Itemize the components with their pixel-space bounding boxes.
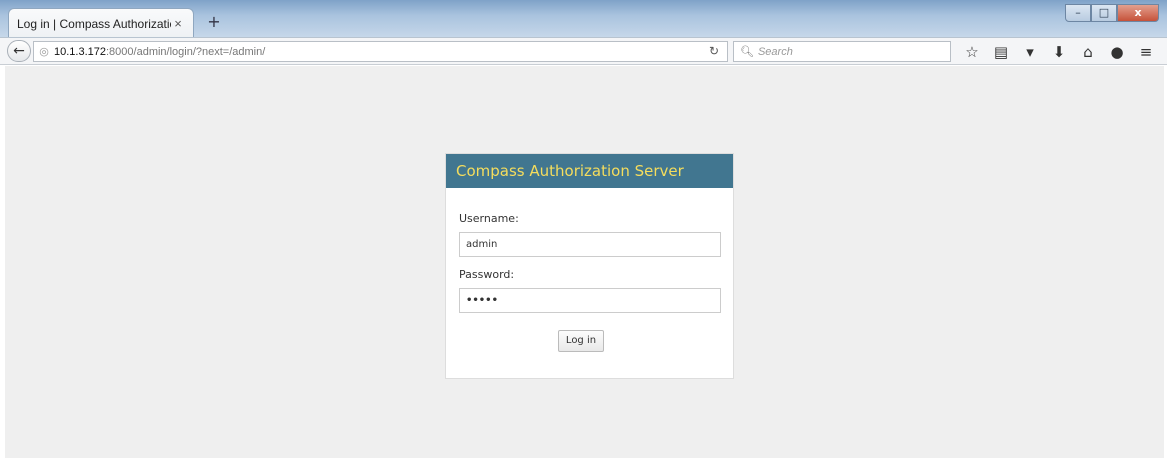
chat-icon[interactable]: ● [1105, 42, 1129, 62]
url-host: 10.1.3.172 [54, 45, 106, 58]
back-arrow-icon: ← [13, 43, 25, 59]
pocket-icon[interactable]: ▾ [1018, 42, 1042, 62]
menu-icon[interactable]: ≡ [1134, 42, 1158, 62]
tab-login[interactable]: Log in | Compass Authorizatio... × [8, 8, 194, 38]
search-icon: 🔍︎ [740, 46, 754, 58]
toolbar-icons: ☆ ▤ ▾ ⬇ ⌂ ● ≡ [960, 42, 1163, 62]
search-placeholder: Search [757, 45, 793, 58]
tab-title: Log in | Compass Authorizatio... [17, 16, 171, 31]
site-identity-icon[interactable]: ◎ [34, 45, 54, 58]
password-field[interactable]: ••••• [459, 288, 721, 313]
star-icon[interactable]: ☆ [960, 42, 984, 62]
login-button[interactable]: Log in [558, 330, 604, 352]
page-content: Compass Authorization Server Username: a… [5, 66, 1164, 458]
reload-icon[interactable]: ↻ [709, 44, 719, 58]
minimize-button[interactable]: – [1065, 4, 1091, 22]
bookmarks-icon[interactable]: ▤ [989, 42, 1013, 62]
new-tab-button[interactable]: + [205, 13, 223, 31]
browser-window: Log in | Compass Authorizatio... × + – □… [0, 0, 1167, 458]
login-form: Compass Authorization Server Username: a… [445, 153, 734, 379]
tab-bar: Log in | Compass Authorizatio... × + – □… [0, 0, 1167, 38]
download-icon[interactable]: ⬇ [1047, 42, 1071, 62]
search-input[interactable]: 🔍︎ Search [733, 41, 951, 62]
password-label: Password: [459, 268, 515, 281]
navigation-bar: ← ◎ 10.1.3.172 :8000/admin/login/?next=/… [0, 37, 1167, 65]
address-bar[interactable]: ◎ 10.1.3.172 :8000/admin/login/?next=/ad… [33, 41, 728, 62]
username-field[interactable]: admin [459, 232, 721, 257]
login-title: Compass Authorization Server [446, 154, 733, 188]
url-path: :8000/admin/login/?next=/admin/ [106, 45, 266, 58]
home-icon[interactable]: ⌂ [1076, 42, 1100, 62]
maximize-button[interactable]: □ [1091, 4, 1117, 22]
back-button[interactable]: ← [7, 40, 31, 62]
close-window-button[interactable]: x [1117, 4, 1159, 22]
username-label: Username: [459, 212, 519, 225]
close-tab-icon[interactable]: × [171, 16, 185, 31]
window-controls: – □ x [1065, 4, 1159, 22]
